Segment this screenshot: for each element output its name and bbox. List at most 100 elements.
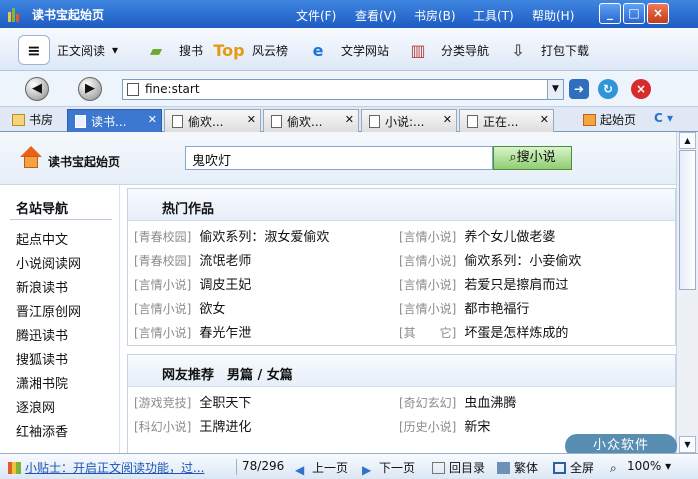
book-item[interactable]: [言情小说] 春光乍泄 <box>134 322 389 342</box>
book-item[interactable]: [言情小说] 调皮王妃 <box>134 274 389 294</box>
tab-close-icon[interactable]: ✕ <box>540 113 549 126</box>
back-button[interactable]: ◀ <box>25 77 49 101</box>
tab-close-icon[interactable]: ✕ <box>443 113 452 126</box>
home-icon <box>20 146 42 168</box>
table-of-contents-button[interactable]: 回目录 <box>432 459 485 476</box>
app-bars-icon <box>8 462 21 474</box>
app-window: 读书宝起始页 文件(F) 查看(V) 书房(B) 工具(T) 帮助(H) _ □… <box>0 0 698 479</box>
tab-bar: 书房 读书... ✕ 偷欢... ✕ 偷欢... ✕ 小说:... ✕ 正在... ✕ 起… <box>0 107 698 132</box>
sidebar-site-link[interactable]: 潇湘书院 <box>16 373 68 392</box>
menu-view[interactable]: 查看(V) <box>355 7 397 24</box>
tab-loading[interactable]: 正在... ✕ <box>459 109 554 132</box>
browser-menu-icon[interactable]: C ▾ <box>654 111 673 125</box>
sidebar-title: 名站导航 <box>16 202 69 217</box>
books-icon: ▥ <box>410 40 426 60</box>
book-item[interactable]: [科幻小说] 王牌进化 <box>134 416 389 436</box>
book-item[interactable]: [言情小说] 都市艳福行 <box>399 298 654 318</box>
book-icon <box>12 114 25 126</box>
hot-works-panel: 热门作品 [青春校园] 偷欢系列：淑女爱偷欢 [言情小说] 养个女儿做老婆 [青春校… <box>127 188 676 346</box>
address-bar: ◀ ▶ fine:start ▼ ➜ ↻ × <box>0 71 698 107</box>
sidebar-site-link[interactable]: 搜狐读书 <box>16 349 68 368</box>
category-nav-button[interactable]: ▥ 分类导航 <box>402 33 489 67</box>
tab-close-icon[interactable]: ✕ <box>148 113 157 126</box>
book-item[interactable]: [奇幻玄幻] 虫血沸腾 <box>399 392 654 412</box>
menu-file[interactable]: 文件(F) <box>296 7 336 24</box>
document-icon <box>271 114 282 128</box>
tab-reader-start[interactable]: 读书... ✕ <box>67 109 162 132</box>
site-navigation-sidebar: 名站导航 起点中文 小说阅读网 新浪读书 晋江原创网 腾迅读书 搜狐读书 潇湘书… <box>0 185 120 453</box>
sidebar-site-link[interactable]: 晋江原创网 <box>16 301 81 320</box>
close-button[interactable]: × <box>647 3 669 24</box>
search-novel-button[interactable]: ⌕搜小说 <box>493 146 572 170</box>
minimize-button[interactable]: _ <box>599 3 621 24</box>
book-item[interactable]: [言情小说] 偷欢系列：小妾偷欢 <box>399 250 654 270</box>
sidebar-site-link[interactable]: 红袖添香 <box>16 421 68 440</box>
sidebar-site-link[interactable]: 腾迅读书 <box>16 325 68 344</box>
menu-help[interactable]: 帮助(H) <box>532 7 574 24</box>
address-input[interactable]: fine:start ▼ <box>122 79 564 100</box>
book-item[interactable]: [言情小说] 养个女儿做老婆 <box>399 226 654 246</box>
home-page-button[interactable]: 起始页 <box>583 111 636 128</box>
document-icon <box>75 114 86 128</box>
menu-library[interactable]: 书房(B) <box>414 7 456 24</box>
traditional-chinese-button[interactable]: 繁体 <box>497 459 538 476</box>
house-icon <box>583 114 596 126</box>
book-item[interactable]: [言情小说] 欲女 <box>134 298 389 318</box>
page-counter: 78/296 <box>242 459 285 473</box>
scrollbar-thumb[interactable] <box>679 150 696 290</box>
scroll-up-icon[interactable]: ▲ <box>679 132 696 149</box>
zoom-control[interactable]: ⌕ 100% ▾ <box>610 459 671 475</box>
grid-icon <box>497 462 510 474</box>
sidebar-divider <box>10 219 112 220</box>
ranking-button[interactable]: Top 风云榜 <box>213 33 288 67</box>
status-bar: 小贴士：开启正文阅读功能，过... 78/296 ◀ 上一页 ▶ 下一页 回目录 繁… <box>0 453 698 479</box>
hot-works-title: 热门作品 <box>128 189 675 221</box>
sidebar-site-link[interactable]: 新浪读书 <box>16 277 68 296</box>
book-item[interactable]: [其 它] 坏蛋是怎样炼成的 <box>399 322 654 342</box>
download-icon: ⇩ <box>511 40 525 60</box>
fullscreen-icon <box>553 462 566 474</box>
stop-button[interactable]: × <box>631 79 651 99</box>
download-button[interactable]: ⇩ 打包下载 <box>502 33 589 67</box>
reader-icon: ≡ <box>18 35 50 65</box>
book-item[interactable]: [言情小说] 若爱只是擦肩而过 <box>399 274 654 294</box>
refresh-button[interactable]: ↻ <box>598 79 618 99</box>
previous-page-button[interactable]: ◀ 上一页 <box>295 459 348 477</box>
forward-button[interactable]: ▶ <box>78 77 102 101</box>
sidebar-site-link[interactable]: 小说阅读网 <box>16 253 81 272</box>
tab-novel-3[interactable]: 小说:... ✕ <box>361 109 457 132</box>
page-icon <box>127 83 139 96</box>
sidebar-site-link[interactable]: 起点中文 <box>16 229 68 248</box>
arrow-left-icon: ◀ <box>295 463 305 477</box>
arrow-right-icon: ▶ <box>362 463 372 477</box>
main-toolbar: ≡ 正文阅读 ▾ ▰ 搜书 Top 风云榜 e 文学网站 ▥ 分类导航 ⇩ 打包下载 <box>0 28 698 71</box>
book-search-icon: ▰ <box>149 40 163 60</box>
fullscreen-button[interactable]: 全屏 <box>553 459 594 476</box>
book-item[interactable]: [游戏竞技] 全职天下 <box>134 392 389 412</box>
tab-close-icon[interactable]: ✕ <box>345 113 354 126</box>
tab-novel-1[interactable]: 偷欢... ✕ <box>164 109 261 132</box>
menu-tools[interactable]: 工具(T) <box>473 7 514 24</box>
tab-close-icon[interactable]: ✕ <box>247 113 256 126</box>
chevron-down-icon[interactable]: ▾ <box>112 43 118 57</box>
literature-sites-button[interactable]: e 文学网站 <box>302 33 389 67</box>
vertical-scrollbar[interactable]: ▲ ▼ <box>676 132 698 453</box>
novel-search-input[interactable]: 鬼吹灯 <box>185 146 493 170</box>
address-dropdown-icon[interactable]: ▼ <box>547 80 563 99</box>
go-button[interactable]: ➜ <box>569 79 589 99</box>
tip-text[interactable]: 小贴士：开启正文阅读功能，过... <box>8 459 204 476</box>
book-item[interactable]: [历史小说] 新宋 <box>399 416 654 436</box>
maximize-button[interactable]: □ <box>623 3 645 24</box>
magnifier-icon: ⌕ <box>509 150 517 165</box>
book-item[interactable]: [青春校园] 偷欢系列：淑女爱偷欢 <box>134 226 389 246</box>
book-lists: 热门作品 [青春校园] 偷欢系列：淑女爱偷欢 [言情小说] 养个女儿做老婆 [青春校… <box>127 185 676 453</box>
reader-button[interactable]: ≡ 正文阅读 ▾ <box>18 33 118 67</box>
search-book-button[interactable]: ▰ 搜书 <box>140 33 203 67</box>
scroll-down-icon[interactable]: ▼ <box>679 436 696 453</box>
next-page-button[interactable]: ▶ 下一页 <box>362 459 415 477</box>
tab-novel-2[interactable]: 偷欢... ✕ <box>263 109 359 132</box>
library-button[interactable]: 书房 <box>12 111 53 128</box>
book-item[interactable]: [青春校园] 流氓老师 <box>134 250 389 270</box>
start-page-title: 读书宝起始页 <box>48 155 121 169</box>
sidebar-site-link[interactable]: 逐浪网 <box>16 397 55 416</box>
